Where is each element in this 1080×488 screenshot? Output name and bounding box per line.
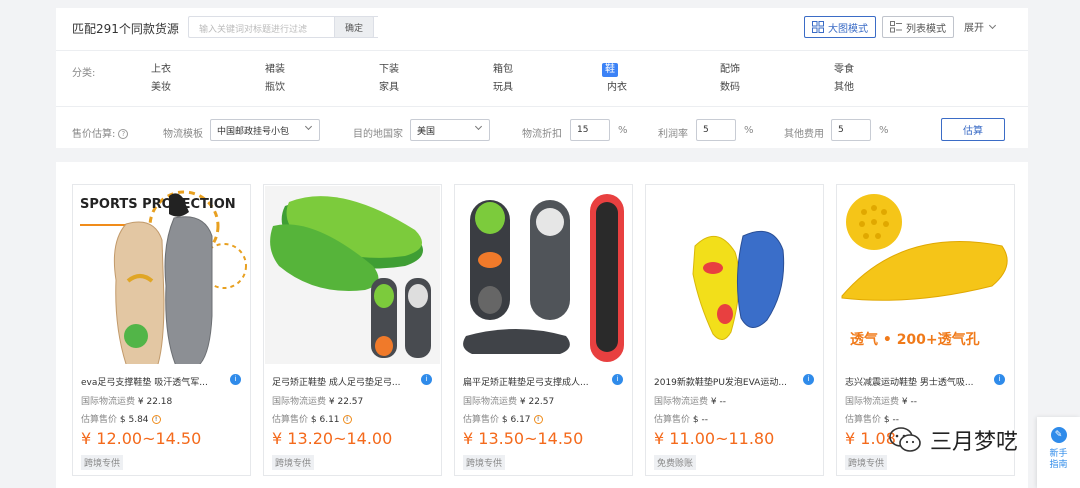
chevron-down-icon xyxy=(304,122,313,131)
estimate-button[interactable]: 估算 xyxy=(941,118,1005,141)
divider xyxy=(56,50,1028,51)
product-card[interactable]: 足弓矫正鞋垫 成人足弓垫足弓... i 国际物流运费 ¥ 22.57 估算售价 … xyxy=(263,184,442,476)
chevron-down-icon xyxy=(474,122,483,131)
estimated-price: 估算售价 $ 6.11! xyxy=(272,412,352,425)
product-tag: 跨境专供 xyxy=(81,455,124,470)
destination-select[interactable]: 美国 xyxy=(410,119,490,141)
clock-icon: ! xyxy=(342,415,352,424)
list-view-icon xyxy=(890,21,902,33)
product-image[interactable] xyxy=(265,186,440,364)
product-image[interactable] xyxy=(456,186,631,364)
product-price: ¥ 11.00~11.80 xyxy=(654,429,775,448)
expand-button[interactable]: 展开 xyxy=(964,19,997,34)
category-item-beauty[interactable]: 美妆 xyxy=(148,81,174,95)
logistics-template-value: 中国邮政挂号小包 xyxy=(217,126,290,137)
confirm-button[interactable]: 确定 xyxy=(334,16,374,38)
info-icon[interactable]: i xyxy=(994,374,1005,385)
shipping-cost: 国际物流运费 ¥ 22.57 xyxy=(272,397,364,407)
product-tag: 跨境专供 xyxy=(272,455,315,470)
estimated-price: 估算售价 $ -- xyxy=(654,415,708,425)
list-mode-button[interactable]: 列表模式 xyxy=(882,16,954,38)
logistics-template-label: 物流模板 xyxy=(163,129,203,140)
info-icon[interactable]: i xyxy=(803,374,814,385)
product-tag: 跨境专供 xyxy=(845,455,888,470)
category-item-underwear[interactable]: 内衣 xyxy=(604,81,630,95)
info-icon[interactable]: i xyxy=(612,374,623,385)
watermark: 三月梦呓 xyxy=(888,420,1018,460)
category-item-other[interactable]: 其他 xyxy=(831,81,857,95)
info-icon[interactable]: i xyxy=(421,374,432,385)
other-cost-input[interactable]: 5 xyxy=(831,119,871,141)
product-title[interactable]: 2019新款鞋垫PU发泡EVA运动... xyxy=(654,375,804,388)
product-title[interactable]: 扁平足矫正鞋垫足弓支撑成人... xyxy=(463,375,613,388)
product-image[interactable]: SPORTS PROTECTION xyxy=(74,186,249,364)
info-icon[interactable]: i xyxy=(230,374,241,385)
grid-view-icon xyxy=(812,21,824,33)
product-tag: 免费赊账 xyxy=(654,455,697,470)
product-tag: 跨境专供 xyxy=(463,455,506,470)
profit-label: 利润率 xyxy=(658,129,688,140)
price-estimate-label: 售价估算:? xyxy=(72,125,129,140)
product-card[interactable]: 扁平足矫正鞋垫足弓支撑成人... i 国际物流运费 ¥ 22.57 估算售价 $… xyxy=(454,184,633,476)
category-item-snacks[interactable]: 零食 xyxy=(831,63,857,77)
image-caption: SPORTS PROTECTION xyxy=(80,197,236,212)
discount-input[interactable]: 15 xyxy=(570,119,610,141)
category-item-tops[interactable]: 上衣 xyxy=(148,63,174,77)
clock-icon: ! xyxy=(533,415,543,424)
percent-sign: % xyxy=(879,125,889,136)
newbie-guide-label: 新手指南 xyxy=(1049,449,1068,470)
category-item-furniture[interactable]: 家具 xyxy=(376,81,402,95)
product-price: ¥ 13.50~14.50 xyxy=(463,429,584,448)
discount-label: 物流折扣 xyxy=(522,129,562,140)
destination-label: 目的地国家 xyxy=(353,129,403,140)
category-item-digital[interactable]: 数码 xyxy=(717,81,743,95)
product-card[interactable]: 2019新款鞋垫PU发泡EVA运动... i 国际物流运费 ¥ -- 估算售价 … xyxy=(645,184,824,476)
product-title[interactable]: 志兴减震运动鞋垫 男士透气吸... xyxy=(845,375,995,388)
product-grid: SPORTS PROTECTION eva足弓支撑鞋垫 吸汗透气军... i 国… xyxy=(56,162,1028,488)
image-caption: 透气 • 200+透气孔 xyxy=(850,331,980,348)
category-item-drinks[interactable]: 瓶饮 xyxy=(262,81,288,95)
category-item-bottoms[interactable]: 下装 xyxy=(376,63,402,77)
chat-bubble-icon xyxy=(889,427,921,452)
category-label: 分类: xyxy=(72,68,96,79)
category-item-dresses[interactable]: 裙装 xyxy=(262,63,288,77)
chevron-down-icon xyxy=(988,21,997,29)
category-item-shoes[interactable]: 鞋 xyxy=(602,63,618,77)
product-image[interactable] xyxy=(647,186,822,364)
list-mode-label: 列表模式 xyxy=(906,23,946,35)
estimated-price: 估算售价 $ 6.17! xyxy=(463,412,543,425)
category-item-toys[interactable]: 玩具 xyxy=(490,81,516,95)
product-price: ¥ 13.20~14.00 xyxy=(272,429,393,448)
percent-sign: % xyxy=(744,125,754,136)
product-title[interactable]: 足弓矫正鞋垫 成人足弓垫足弓... xyxy=(272,375,422,388)
shipping-cost: 国际物流运费 ¥ 22.57 xyxy=(463,397,555,407)
profit-input[interactable]: 5 xyxy=(696,119,736,141)
compass-icon: ✎ xyxy=(1050,427,1067,443)
grid-mode-button[interactable]: 大图模式 xyxy=(804,16,876,38)
category-item-accessories[interactable]: 配饰 xyxy=(717,63,743,77)
shipping-cost: 国际物流运费 ¥ 22.18 xyxy=(81,397,173,407)
expand-label: 展开 xyxy=(964,23,984,34)
help-icon[interactable]: ? xyxy=(118,129,129,139)
product-image[interactable]: 透气 • 200+透气孔 xyxy=(838,186,1013,364)
grid-mode-label: 大图模式 xyxy=(828,23,868,35)
newbie-guide-button[interactable]: ✎ 新手指南 xyxy=(1037,417,1080,488)
destination-value: 美国 xyxy=(417,126,436,137)
percent-sign: % xyxy=(618,125,628,136)
match-count-text: 匹配291个同款货源 xyxy=(72,22,179,36)
shipping-cost: 国际物流运费 ¥ -- xyxy=(654,397,726,407)
estimated-price: 估算售价 $ 5.84! xyxy=(81,412,161,425)
product-price: ¥ 12.00~14.50 xyxy=(81,429,202,448)
clock-icon: ! xyxy=(151,415,161,424)
product-title[interactable]: eva足弓支撑鞋垫 吸汗透气军... xyxy=(81,375,231,388)
logistics-template-select[interactable]: 中国邮政挂号小包 xyxy=(210,119,320,141)
other-cost-label: 其他费用 xyxy=(784,129,824,140)
product-card[interactable]: SPORTS PROTECTION eva足弓支撑鞋垫 吸汗透气军... i 国… xyxy=(72,184,251,476)
watermark-text: 三月梦呓 xyxy=(930,430,1019,455)
divider xyxy=(56,106,1028,107)
category-item-bags[interactable]: 箱包 xyxy=(490,63,516,77)
shipping-cost: 国际物流运费 ¥ -- xyxy=(845,397,917,407)
filter-panel: 匹配291个同款货源 确定 大图模式 列表模式 展开 分类: 上衣 裙装 下装 … xyxy=(56,8,1028,148)
